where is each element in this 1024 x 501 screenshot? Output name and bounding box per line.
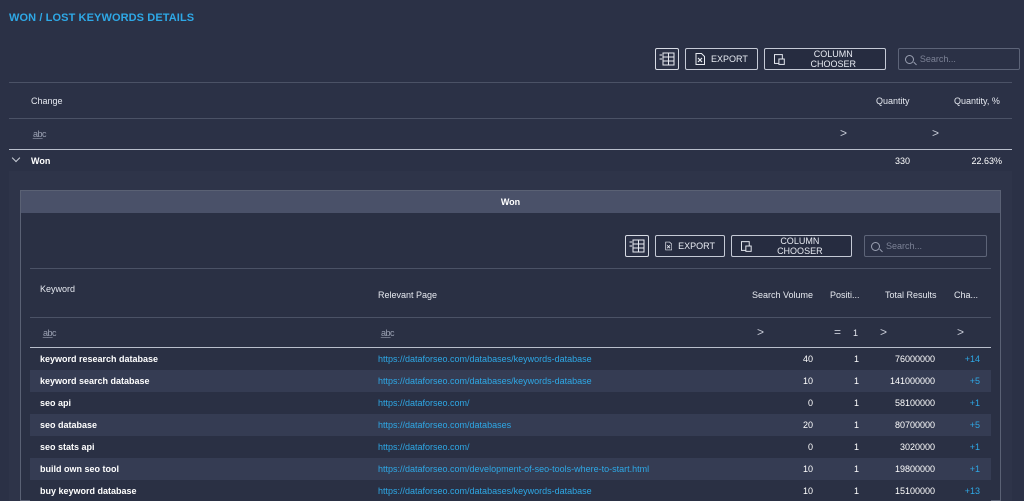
- column-header-relevant-page[interactable]: Relevant Page: [378, 290, 437, 300]
- group-row-won[interactable]: Won 330 22.63%: [9, 151, 1012, 171]
- table-row[interactable]: seo api https://dataforseo.com/ 0 1 5810…: [30, 392, 991, 414]
- detail-search-input[interactable]: [886, 241, 976, 251]
- relevant-page-link[interactable]: https://dataforseo.com/databases/keyword…: [378, 376, 592, 386]
- position-cell: 1: [853, 486, 859, 496]
- excel-icon: [665, 241, 673, 251]
- excel-icon: [695, 53, 705, 65]
- table-row[interactable]: build own seo tool https://dataforseo.co…: [30, 458, 991, 480]
- keyword-cell: seo database: [40, 420, 98, 430]
- total-results-cell: 141000000: [889, 376, 935, 386]
- detail-search-box[interactable]: [864, 235, 987, 257]
- table-row[interactable]: seo stats api https://dataforseo.com/ 0 …: [30, 436, 991, 458]
- outer-toolbar: EXPORT COLUMN CHOOSER: [655, 48, 1020, 70]
- position-cell: 1: [853, 354, 859, 364]
- total-results-cell: 58100000: [894, 398, 935, 408]
- table-row[interactable]: keyword search database https://datafors…: [30, 370, 991, 392]
- relevant-page-link[interactable]: https://dataforseo.com/databases/keyword…: [378, 486, 592, 496]
- column-chooser-button[interactable]: COLUMN CHOOSER: [763, 48, 886, 70]
- quantity-pct-filter-operator[interactable]: >: [932, 126, 939, 140]
- relevant-page-link[interactable]: https://dataforseo.com/: [378, 442, 470, 452]
- column-header-change[interactable]: Change: [31, 96, 63, 106]
- column-header-position[interactable]: Positi...: [830, 290, 860, 300]
- position-cell: 1: [853, 376, 859, 386]
- grid-settings-button[interactable]: [655, 48, 679, 70]
- detail-toolbar: EXPORT COLUMN CHOOSER: [625, 235, 987, 257]
- detail-export-label: EXPORT: [678, 241, 715, 251]
- outer-search-input[interactable]: [919, 54, 1010, 64]
- table-row[interactable]: buy keyword database https://dataforseo.…: [30, 480, 991, 501]
- total-results-cell: 19800000: [894, 464, 935, 474]
- grid-settings-icon: [659, 52, 675, 66]
- search-volume-cell: 0: [807, 442, 813, 452]
- detail-panel-title: Won: [21, 191, 1000, 213]
- column-header-search-volume[interactable]: Search Volume: [752, 290, 813, 300]
- detail-column-chooser-label: COLUMN CHOOSER: [777, 236, 823, 256]
- total-results-filter-operator[interactable]: >: [880, 325, 887, 339]
- detail-export-button[interactable]: EXPORT: [655, 235, 725, 257]
- keyword-cell: seo api: [40, 398, 72, 408]
- page-title: WON / LOST KEYWORDS DETAILS: [9, 12, 195, 24]
- change-cell: +5: [969, 376, 980, 386]
- column-header-quantity[interactable]: Quantity: [876, 96, 910, 106]
- position-cell: 1: [853, 420, 859, 430]
- column-chooser-icon: [773, 53, 785, 65]
- group-quantity-pct: 22.63%: [971, 156, 1002, 166]
- export-label: EXPORT: [711, 54, 748, 64]
- change-cell: +13: [964, 486, 980, 496]
- detail-grid-settings-button[interactable]: [625, 235, 649, 257]
- change-cell: +1: [969, 442, 980, 452]
- table-row[interactable]: keyword research database https://datafo…: [30, 348, 991, 370]
- relevant-page-link[interactable]: https://dataforseo.com/development-of-se…: [378, 464, 649, 474]
- search-volume-cell: 40: [802, 354, 813, 364]
- total-results-cell: 80700000: [894, 420, 935, 430]
- column-chooser-label: COLUMN CHOOSER: [810, 49, 856, 69]
- change-cell: +1: [969, 464, 980, 474]
- column-header-total-results[interactable]: Total Results: [885, 290, 937, 300]
- column-header-change[interactable]: Cha...: [954, 290, 978, 300]
- relevant-page-link[interactable]: https://dataforseo.com/databases/keyword…: [378, 354, 592, 364]
- search-volume-cell: 10: [802, 376, 813, 386]
- chevron-down-icon[interactable]: [11, 153, 21, 163]
- position-filter-operator[interactable]: =: [834, 325, 841, 339]
- total-results-cell: 76000000: [894, 354, 935, 364]
- search-volume-cell: 10: [802, 464, 813, 474]
- change-filter-operator[interactable]: >: [957, 325, 964, 339]
- table-row[interactable]: seo database https://dataforseo.com/data…: [30, 414, 991, 436]
- group-quantity: 330: [894, 156, 910, 166]
- outer-search-box[interactable]: [897, 48, 1020, 70]
- position-cell: 1: [853, 398, 859, 408]
- quantity-filter-operator[interactable]: >: [840, 126, 847, 140]
- column-header-quantity-pct[interactable]: Quantity, %: [954, 96, 1000, 106]
- total-results-cell: 3020000: [899, 442, 935, 452]
- keyword-cell: keyword search database: [40, 376, 150, 386]
- column-header-keyword[interactable]: Keyword: [40, 284, 75, 294]
- search-icon: [871, 241, 880, 251]
- keyword-cell: build own seo tool: [40, 464, 119, 474]
- change-filter-icon[interactable]: a̲b̲c: [33, 129, 47, 139]
- keyword-cell: seo stats api: [40, 442, 95, 452]
- change-cell: +1: [969, 398, 980, 408]
- keyword-cell: buy keyword database: [40, 486, 137, 496]
- change-cell: +5: [969, 420, 980, 430]
- export-button[interactable]: EXPORT: [685, 48, 758, 70]
- grid-settings-icon: [629, 239, 645, 253]
- search-icon: [904, 54, 914, 64]
- relevant-page-link[interactable]: https://dataforseo.com/databases: [378, 420, 511, 430]
- relevant-page-link[interactable]: https://dataforseo.com/: [378, 398, 470, 408]
- search-volume-cell: 10: [802, 486, 813, 496]
- position-cell: 1: [853, 464, 859, 474]
- search-volume-cell: 20: [802, 420, 813, 430]
- group-label: Won: [31, 156, 51, 166]
- keyword-cell: keyword research database: [40, 354, 159, 364]
- position-filter-value[interactable]: 1: [853, 328, 858, 338]
- keyword-filter-icon[interactable]: a̲b̲c: [43, 328, 57, 338]
- detail-column-chooser-button[interactable]: COLUMN CHOOSER: [731, 235, 852, 257]
- total-results-cell: 15100000: [894, 486, 935, 496]
- column-chooser-icon: [741, 240, 752, 252]
- position-cell: 1: [853, 442, 859, 452]
- search-volume-filter-operator[interactable]: >: [757, 325, 764, 339]
- search-volume-cell: 0: [807, 398, 813, 408]
- change-cell: +14: [964, 354, 980, 364]
- relevant-page-filter-icon[interactable]: a̲b̲c: [381, 328, 395, 338]
